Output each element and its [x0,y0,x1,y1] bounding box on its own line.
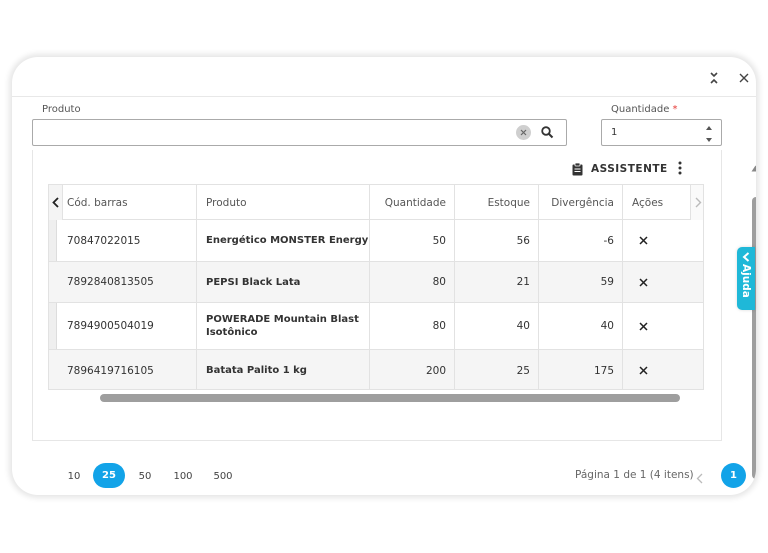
scroll-down-button[interactable] [751,487,756,495]
decrement-button[interactable] [705,135,715,145]
column-header-estoque[interactable]: Estoque [455,185,539,220]
grid-header: Cód. barras Produto Quantidade Estoque D… [49,185,703,220]
chevron-left-icon [742,252,750,262]
table-row[interactable]: 7892840813505 PEPSI Black Lata 80 21 59 [49,262,703,303]
cell-quantidade[interactable]: 50 [370,220,455,261]
cell-estoque: 25 [455,350,539,389]
quantidade-label: Quantidade * [611,104,678,115]
horizontal-scrollbar[interactable] [100,394,680,402]
delete-row-button[interactable] [639,236,648,245]
chevron-right-icon [695,197,701,208]
more-options-button[interactable] [678,160,688,176]
modal-header [12,57,756,97]
page-size-10[interactable]: 10 [65,465,83,487]
close-icon [739,73,749,83]
quantidade-label-text: Quantidade [611,104,670,115]
help-tab[interactable]: Ajuda [737,247,755,310]
page-info: Página 1 de 1 (4 itens) [575,469,694,481]
cell-estoque: 21 [455,262,539,302]
cell-codigo: 7894900504019 [57,303,197,349]
scroll-columns-right-button[interactable] [690,185,703,220]
cell-produto: PEPSI Black Lata [197,262,370,302]
cell-acoes [623,303,703,349]
help-label: Ajuda [740,264,752,298]
cell-acoes [623,350,703,389]
produto-input[interactable] [32,119,567,146]
cell-quantidade[interactable]: 80 [370,303,455,349]
table-row[interactable]: 70847022015 Energético MONSTER Energy 50… [49,220,703,262]
search-button[interactable] [540,124,556,140]
column-header-produto[interactable]: Produto [197,185,370,220]
chevron-left-icon [696,473,703,484]
quantidade-input[interactable]: 1 [601,119,722,146]
cell-divergencia: -6 [539,220,623,261]
clipboard-icon [572,162,583,175]
cell-produto: Energético MONSTER Energy [197,220,370,261]
cell-quantidade[interactable]: 200 [370,350,455,389]
triangle-up-icon [751,165,756,172]
quantidade-value: 1 [611,127,618,138]
collapse-icon [710,72,718,84]
clear-button[interactable] [516,125,531,140]
clear-icon [520,129,527,136]
page-size-50[interactable]: 50 [136,465,154,487]
cell-acoes [623,262,703,302]
cell-codigo: 7896419716105 [57,350,197,389]
cell-codigo: 70847022015 [57,220,197,261]
table-row[interactable]: 7896419716105 Batata Palito 1 kg 200 25 … [49,350,703,389]
cell-quantidade[interactable]: 80 [370,262,455,302]
increment-button[interactable] [705,123,715,133]
chevron-left-icon [52,197,59,208]
assistente-button[interactable]: ASSISTENTE [572,161,668,177]
cell-acoes [623,220,703,261]
more-vertical-icon [678,161,682,175]
delete-row-button[interactable] [639,366,648,375]
column-header-quantidade[interactable]: Quantidade [370,185,455,220]
cell-estoque: 56 [455,220,539,261]
cell-produto: Batata Palito 1 kg [197,350,370,389]
chevron-down-icon [706,138,712,142]
cell-estoque: 40 [455,303,539,349]
produto-label: Produto [42,104,81,115]
assistente-label: ASSISTENTE [591,163,668,175]
scroll-up-button[interactable] [751,157,756,172]
previous-page-button[interactable] [696,469,708,484]
table-row[interactable]: 7894900504019 POWERADE Mountain Blast Is… [49,303,703,350]
cell-produto: POWERADE Mountain Blast Isotônico [197,303,370,349]
page-size-25[interactable]: 25 [93,463,125,488]
delete-row-button[interactable] [639,277,648,287]
search-icon [541,126,554,139]
current-page-button[interactable]: 1 [721,463,746,488]
required-mark: * [672,104,678,115]
column-header-divergencia[interactable]: Divergência [539,185,623,220]
column-header-codigo[interactable]: Cód. barras [63,185,197,220]
delete-row-button[interactable] [639,321,648,331]
chevron-up-icon [706,126,712,130]
cell-divergencia: 175 [539,350,623,389]
close-button[interactable] [735,69,753,87]
data-grid: Cód. barras Produto Quantidade Estoque D… [48,184,704,390]
modal-dialog: Produto Quantidade * 1 ASSISTENTE Cód. b… [12,57,756,495]
scroll-columns-left-button[interactable] [49,185,63,220]
cell-codigo: 7892840813505 [57,262,197,302]
page-size-500[interactable]: 500 [211,465,235,487]
column-header-acoes: Ações [632,196,664,209]
collapse-button[interactable] [705,69,723,87]
cell-divergencia: 40 [539,303,623,349]
vertical-scrollbar[interactable] [752,197,756,479]
page-size-100[interactable]: 100 [171,465,195,487]
cell-divergencia: 59 [539,262,623,302]
